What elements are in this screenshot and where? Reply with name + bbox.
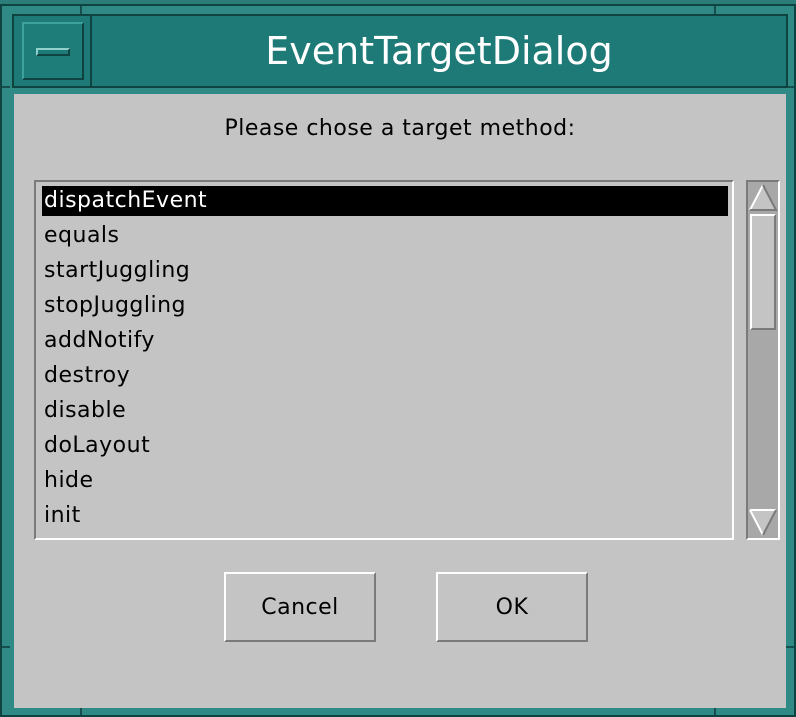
list-item-hide[interactable]: hide <box>42 466 728 496</box>
cancel-button[interactable]: Cancel <box>224 572 376 642</box>
list-item-equals[interactable]: equals <box>42 221 728 251</box>
prompt-label: Please chose a target method: <box>224 116 576 141</box>
list-item-init[interactable]: init <box>42 501 728 531</box>
frame-corner-bottom-left[interactable] <box>80 707 82 715</box>
scroll-down-arrow-icon <box>749 509 777 536</box>
scroll-up-arrow-icon <box>749 184 778 211</box>
list-item-stopJuggling[interactable]: stopJuggling <box>42 291 728 321</box>
scroll-thumb[interactable] <box>750 214 776 330</box>
list-item-doLayout[interactable]: doLayout <box>42 431 728 461</box>
method-list[interactable]: dispatchEvent equals startJuggling stopJ… <box>34 180 734 540</box>
window-title: EventTargetDialog <box>265 29 613 73</box>
frame-corner-bottom-right[interactable] <box>714 707 716 715</box>
dialog-content: Please chose a target method: dispatchEv… <box>14 94 786 708</box>
method-list-scrollbar[interactable] <box>746 180 780 540</box>
frame-edge-left-upper[interactable] <box>2 86 10 88</box>
scroll-down-button[interactable] <box>748 508 778 538</box>
frame-corner-top-right[interactable] <box>714 6 716 14</box>
window-menu-button[interactable] <box>22 22 84 80</box>
scroll-up-button[interactable] <box>748 182 778 212</box>
window-menu-icon <box>36 48 70 56</box>
ok-button[interactable]: OK <box>436 572 588 642</box>
frame-edge-right-lower[interactable] <box>786 646 794 648</box>
dialog-window: EventTargetDialog Please chose a target … <box>0 4 796 717</box>
frame-corner-top-left[interactable] <box>80 6 82 14</box>
list-item-disable[interactable]: disable <box>42 396 728 426</box>
list-item-destroy[interactable]: destroy <box>42 361 728 391</box>
list-item-dispatchEvent[interactable]: dispatchEvent <box>42 186 728 216</box>
list-item-startJuggling[interactable]: startJuggling <box>42 256 728 286</box>
frame-edge-left-lower[interactable] <box>2 646 10 648</box>
title-bar[interactable]: EventTargetDialog <box>12 14 788 88</box>
list-item-addNotify[interactable]: addNotify <box>42 326 728 356</box>
